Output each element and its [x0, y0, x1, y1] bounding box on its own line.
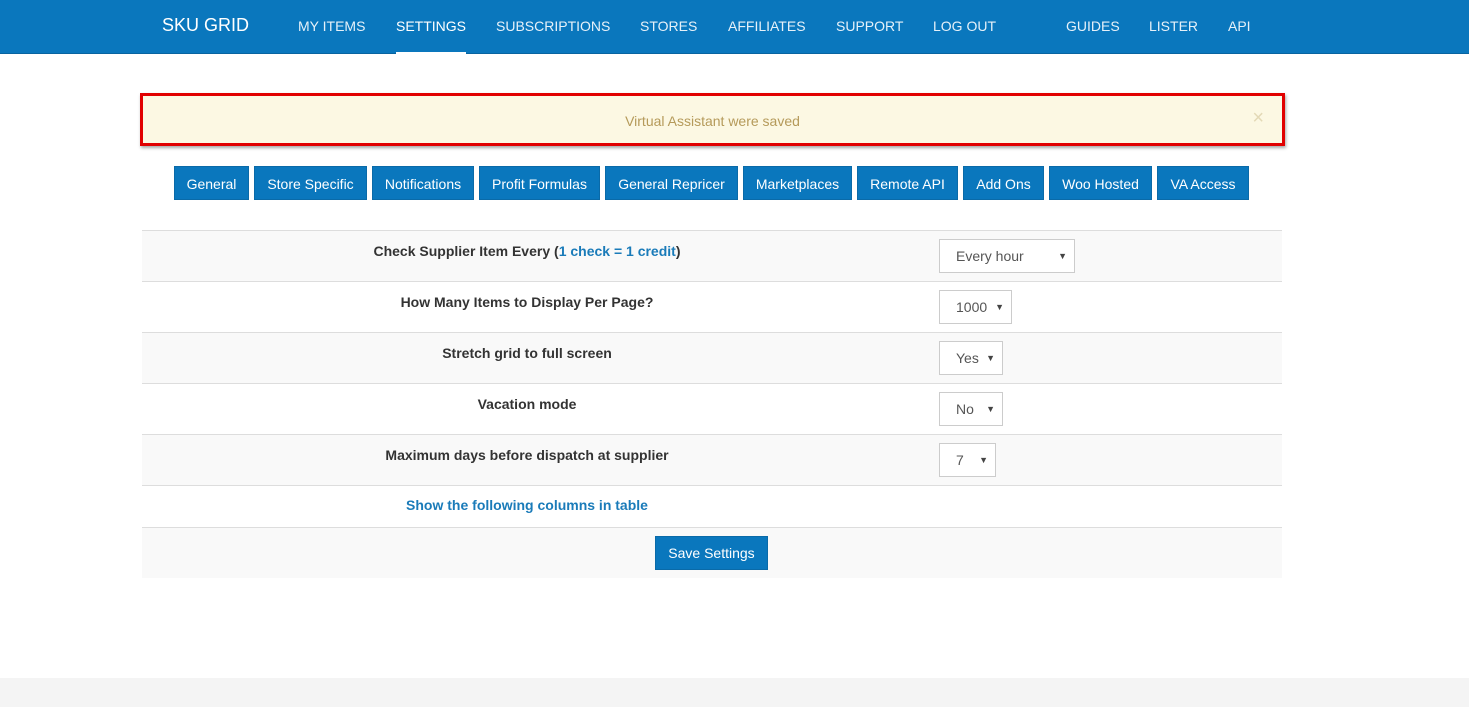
- alert-message: Virtual Assistant were saved: [625, 113, 800, 129]
- close-icon[interactable]: ×: [1252, 108, 1264, 128]
- settings-row-items-per-page: How Many Items to Display Per Page? 1000…: [142, 281, 1282, 332]
- vacation-mode-value: No: [956, 401, 974, 417]
- stretch-grid-value: Yes: [956, 350, 979, 366]
- check-frequency-value: Every hour: [956, 248, 1024, 264]
- dropdown-arrow-icon: ▼: [1058, 251, 1067, 261]
- tab-store-specific[interactable]: Store Specific: [254, 166, 367, 200]
- check-supplier-label: Check Supplier Item Every (1 check = 1 c…: [373, 243, 681, 259]
- nav-support[interactable]: SUPPORT: [836, 18, 903, 34]
- vacation-mode-label: Vacation mode: [477, 396, 577, 412]
- max-dispatch-days-label: Maximum days before dispatch at supplier: [385, 447, 669, 463]
- settings-row-max-dispatch-days: Maximum days before dispatch at supplier…: [142, 434, 1282, 485]
- items-per-page-label: How Many Items to Display Per Page?: [400, 294, 654, 310]
- brand-logo[interactable]: SKU GRID: [162, 15, 249, 36]
- tab-woo-hosted[interactable]: Woo Hosted: [1049, 166, 1152, 200]
- nav-settings[interactable]: SETTINGS: [396, 18, 466, 34]
- nav-guides[interactable]: GUIDES: [1066, 18, 1120, 34]
- check-supplier-label-text: Check Supplier Item Every: [373, 243, 551, 259]
- tab-general-repricer[interactable]: General Repricer: [605, 166, 738, 200]
- tab-remote-api[interactable]: Remote API: [857, 166, 958, 200]
- tab-va-access[interactable]: VA Access: [1157, 166, 1249, 200]
- items-per-page-select[interactable]: 1000 ▼: [939, 290, 1012, 324]
- tab-add-ons[interactable]: Add Ons: [963, 166, 1044, 200]
- settings-row-check-supplier: Check Supplier Item Every (1 check = 1 c…: [142, 230, 1282, 281]
- nav-affiliates[interactable]: AFFILIATES: [728, 18, 806, 34]
- page-footer: [0, 678, 1469, 707]
- active-nav-indicator: [396, 52, 466, 54]
- tab-general[interactable]: General: [174, 166, 249, 200]
- settings-row-stretch-grid: Stretch grid to full screen Yes ▼: [142, 332, 1282, 383]
- tab-marketplaces[interactable]: Marketplaces: [743, 166, 852, 200]
- items-per-page-value: 1000: [956, 299, 988, 315]
- stretch-grid-label: Stretch grid to full screen: [442, 345, 612, 361]
- top-navbar: SKU GRID MY ITEMS SETTINGS SUBSCRIPTIONS…: [0, 0, 1469, 54]
- nav-subscriptions[interactable]: SUBSCRIPTIONS: [496, 18, 610, 34]
- nav-api[interactable]: API: [1228, 18, 1251, 34]
- dropdown-arrow-icon: ▼: [979, 455, 988, 465]
- tab-notifications[interactable]: Notifications: [372, 166, 474, 200]
- max-dispatch-days-select[interactable]: 7 ▼: [939, 443, 996, 477]
- check-frequency-select[interactable]: Every hour ▼: [939, 239, 1075, 273]
- show-columns-link[interactable]: Show the following columns in table: [142, 497, 912, 513]
- save-row: Save Settings: [142, 527, 1282, 578]
- success-alert: Virtual Assistant were saved ×: [140, 93, 1285, 146]
- nav-lister[interactable]: LISTER: [1149, 18, 1198, 34]
- dropdown-arrow-icon: ▼: [995, 302, 1004, 312]
- credit-info-link[interactable]: 1 check = 1 credit: [559, 243, 676, 259]
- stretch-grid-select[interactable]: Yes ▼: [939, 341, 1003, 375]
- max-dispatch-days-value: 7: [956, 452, 964, 468]
- tab-profit-formulas[interactable]: Profit Formulas: [479, 166, 600, 200]
- vacation-mode-select[interactable]: No ▼: [939, 392, 1003, 426]
- nav-my-items[interactable]: MY ITEMS: [298, 18, 365, 34]
- dropdown-arrow-icon: ▼: [986, 353, 995, 363]
- nav-log-out[interactable]: LOG OUT: [933, 18, 996, 34]
- save-settings-button[interactable]: Save Settings: [655, 536, 768, 570]
- settings-row-vacation-mode: Vacation mode No ▼: [142, 383, 1282, 434]
- nav-stores[interactable]: STORES: [640, 18, 697, 34]
- dropdown-arrow-icon: ▼: [986, 404, 995, 414]
